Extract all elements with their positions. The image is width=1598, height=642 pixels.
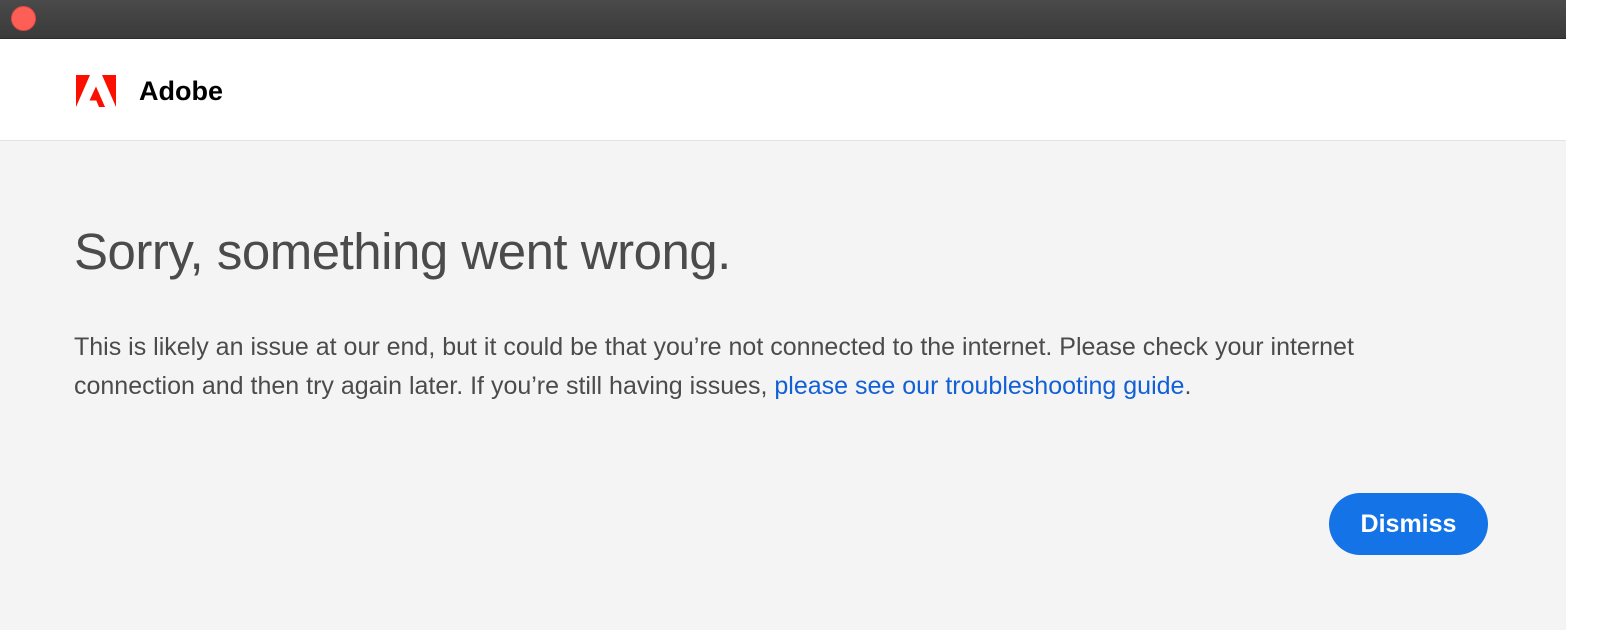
window-titlebar[interactable] [0, 0, 1566, 39]
troubleshooting-guide-link[interactable]: please see our troubleshooting guide [774, 372, 1184, 400]
error-title: Sorry, something went wrong. [74, 223, 731, 280]
error-message: This is likely an issue at our end, but … [74, 328, 1404, 406]
close-icon[interactable] [11, 6, 36, 31]
error-message-end: . [1184, 372, 1192, 400]
error-window: Adobe Sorry, something went wrong. This … [0, 0, 1566, 630]
adobe-logo-icon [76, 75, 116, 107]
brand-name: Adobe [139, 76, 223, 106]
dismiss-button[interactable]: Dismiss [1329, 493, 1488, 555]
app-header: Adobe [0, 39, 1566, 141]
